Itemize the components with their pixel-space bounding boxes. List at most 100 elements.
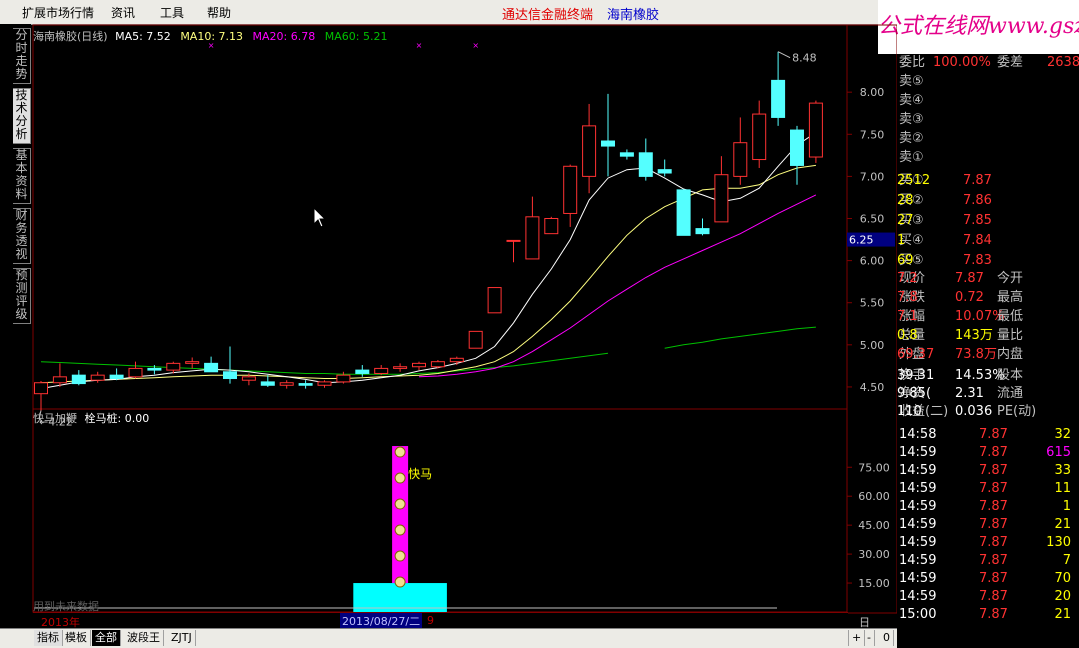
indicator-name[interactable]: 快马加鞭	[33, 412, 77, 425]
watermark-logo: 公式在线网www.gszx.com.cn	[878, 0, 1079, 54]
stat-value: 0.8	[897, 328, 918, 343]
date-extra: 9	[427, 614, 434, 627]
tick-price: 7.87	[979, 517, 1008, 532]
stat-value: 7.2	[897, 271, 918, 286]
tick-volume: 70	[1054, 571, 1071, 586]
tick-row: 14:59 7.87 130	[897, 534, 1079, 552]
candle-body-down	[790, 129, 804, 166]
tick-price: 7.87	[979, 607, 1008, 622]
sell-level-row: 卖④	[897, 92, 1079, 110]
bottom-tab-all[interactable]: 全部	[92, 630, 121, 646]
candle-body-up	[582, 125, 597, 177]
stat-value: 110	[897, 404, 922, 419]
kline-chart[interactable]: 8.00 7.50 7.00 6.50 6.00 5.50 5.00 4.50 6.25 75.0…	[0, 24, 897, 628]
high-annotation-line	[777, 51, 791, 59]
candle-body-up	[487, 287, 502, 314]
tick-time: 14:59	[899, 517, 937, 532]
candle-body-up	[752, 113, 767, 161]
terminal-title: 通达信金融终端	[502, 8, 594, 23]
indicator-tick-label: 30.00	[858, 548, 890, 561]
money-bag-icon	[394, 576, 406, 588]
stat-value: 7.8	[897, 290, 918, 305]
candle-body-up	[279, 382, 294, 386]
menu-item-extended-market[interactable]: 扩展市场行情	[22, 4, 94, 21]
candle-body-up	[808, 102, 823, 158]
tick-row: 14:59 7.87 1	[897, 498, 1079, 516]
legend-stock-name: 海南橡胶(日线)	[33, 30, 108, 43]
sell-level-label: 卖④	[899, 93, 924, 108]
bottom-tab-template[interactable]: 模板	[62, 630, 91, 646]
cursor-price-label: 6.25	[849, 234, 874, 247]
candle-body-down	[771, 79, 786, 118]
tick-row: 15:00 7.87 21	[897, 606, 1079, 624]
order-ratio-row: 委比 100.00% 委差 2638	[897, 54, 1079, 72]
candle-body-down	[223, 371, 237, 380]
stat-label: PE(动)	[997, 404, 1037, 419]
buy-level-row: 买② 7.86 28	[897, 192, 1079, 210]
indicator-tick-label: 45.00	[858, 519, 890, 532]
tick-row: 14:59 7.87 11	[897, 480, 1079, 498]
date-cursor: 2013/08/27/二	[340, 613, 423, 629]
tick-time: 14:58	[899, 427, 937, 442]
mouse-pointer-icon	[313, 206, 327, 228]
stat-label: 股本	[997, 368, 1024, 383]
buy-level-row: 买③ 7.85 27	[897, 212, 1079, 230]
candle-body-up	[336, 374, 351, 383]
zoom-in-button[interactable]: +	[848, 630, 866, 646]
tick-volume: 11	[1054, 481, 1071, 496]
tick-volume: 32	[1054, 427, 1071, 442]
indicator-legend: 快马加鞭 栓马桩: 0.00	[33, 410, 149, 426]
order-diff-label: 委差	[997, 55, 1024, 70]
indicator-tick-label: 60.00	[858, 490, 890, 503]
tick-volume: 20	[1054, 589, 1071, 604]
indicator-signal-bar	[392, 446, 409, 584]
bottom-toolbar: 指标 模板 全部 波段王 ZJTJ + - 0	[0, 628, 897, 648]
future-data-note: 用到未来数据	[33, 599, 99, 613]
price-tick-label: 6.00	[860, 255, 885, 268]
bottom-tab-zjtj[interactable]: ZJTJ	[168, 630, 196, 646]
stat-value: 143万	[955, 328, 993, 343]
money-bag-icon	[394, 446, 406, 458]
stat-row: 换手 14.53% 股本 39.31	[897, 367, 1079, 385]
menu-item-news[interactable]: 资讯	[111, 4, 135, 21]
money-bag-icon	[394, 472, 406, 484]
money-bag-icon	[394, 550, 406, 562]
reset-button[interactable]: 0	[880, 630, 894, 646]
buy-level-price: 7.83	[963, 253, 992, 268]
candle-body-up	[374, 367, 389, 374]
menu-item-tools[interactable]: 工具	[160, 4, 184, 21]
tick-row: 14:59 7.87 7	[897, 552, 1079, 570]
stat-label: 今开	[997, 271, 1024, 286]
candle-body-up	[412, 362, 426, 368]
sell-level-row: 卖①	[897, 149, 1079, 167]
candle-body-up	[449, 357, 464, 363]
quote-panel: 委比 100.00% 委差 2638 卖⑤ 卖④ 卖③ 卖② 卖① 买① 7.87 2512…	[897, 54, 1079, 644]
buy-level-volume: 2512	[897, 173, 931, 188]
buy-level-row: 买④ 7.84 1	[897, 232, 1079, 250]
candle-body-down	[298, 383, 313, 386]
stat-label: 量比	[997, 328, 1024, 343]
indicator-tick-label: 15.00	[858, 577, 890, 590]
stat-row: 总量 143万 量比 0.8	[897, 327, 1079, 345]
buy-level-price: 7.84	[963, 233, 992, 248]
bottom-tab-bodawang[interactable]: 波段王	[124, 630, 164, 646]
stat-value: 9.85(	[897, 386, 932, 401]
stat-value: 0.72	[955, 290, 984, 305]
tick-price: 7.87	[979, 481, 1008, 496]
tick-time: 14:59	[899, 499, 937, 514]
tick-time: 14:59	[899, 589, 937, 604]
ma5-line	[40, 132, 817, 390]
stat-value: 7.1	[897, 309, 918, 324]
buy-level-price: 7.87	[963, 173, 992, 188]
price-tick-label: 6.50	[860, 213, 885, 226]
buy-level-volume: 28	[897, 193, 914, 208]
menu-item-help[interactable]: 帮助	[207, 4, 231, 21]
tick-row: 14:59 7.87 33	[897, 462, 1079, 480]
price-tick-label: 5.50	[860, 297, 885, 310]
tick-price: 7.87	[979, 445, 1008, 460]
legend-ma5: MA5: 7.52	[115, 30, 171, 43]
candle-body-up	[733, 142, 748, 177]
event-marker-icon: ×	[416, 41, 423, 50]
zoom-out-button[interactable]: -	[864, 630, 875, 646]
bottom-tab-indicator[interactable]: 指标	[34, 630, 63, 646]
